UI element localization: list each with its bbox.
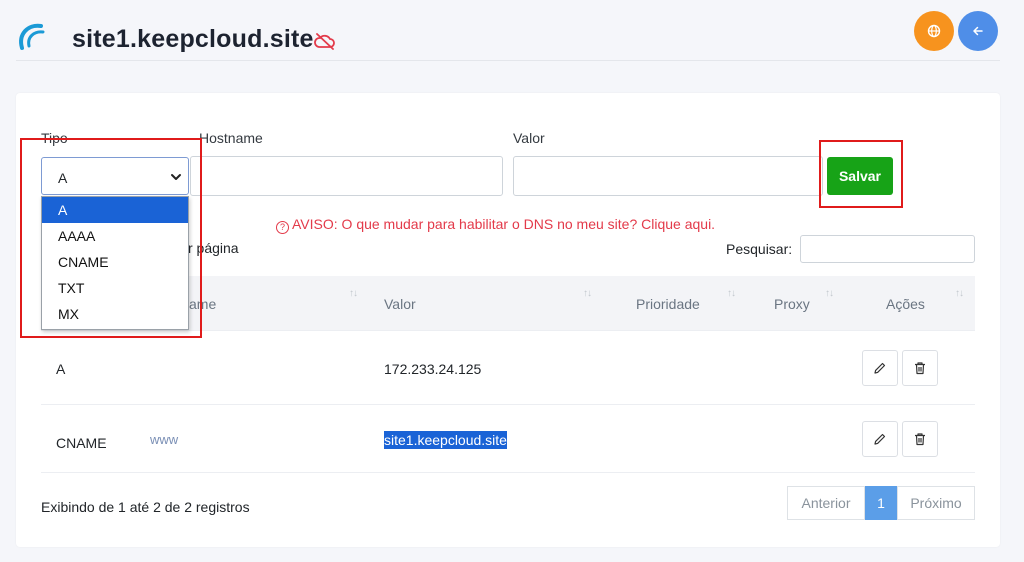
valor-label: Valor — [513, 130, 545, 146]
tipo-option-cname[interactable]: CNAME — [42, 249, 188, 275]
row-value: site1.keepcloud.site — [384, 431, 507, 449]
column-header-prioridade[interactable]: Prioridade — [636, 296, 700, 312]
records-info: Exibindo de 1 até 2 de 2 registros — [41, 499, 250, 515]
edit-button[interactable] — [862, 421, 898, 457]
row-divider — [41, 330, 975, 331]
cloud-off-icon — [314, 33, 335, 50]
selected-text: site1.keepcloud.site — [384, 431, 507, 449]
search-input[interactable] — [800, 235, 975, 263]
pagination-page-1[interactable]: 1 — [865, 486, 897, 520]
hostname-label: Hostname — [199, 130, 263, 146]
question-circle-icon: ? — [276, 221, 289, 234]
back-button[interactable] — [958, 11, 998, 51]
keepcloud-logo-icon — [19, 23, 45, 50]
pencil-icon — [874, 433, 886, 445]
valor-input[interactable] — [513, 156, 823, 196]
pencil-icon — [874, 362, 886, 374]
column-header-proxy[interactable]: Proxy — [774, 296, 810, 312]
tipo-select-value: A — [58, 170, 68, 186]
sort-icon[interactable]: ↑↓ — [349, 288, 358, 299]
sort-icon[interactable]: ↑↓ — [825, 288, 834, 299]
delete-button[interactable] — [902, 350, 938, 386]
trash-icon — [915, 433, 925, 446]
trash-icon — [915, 362, 925, 375]
row-host: www — [150, 432, 179, 447]
row-type: CNAME — [56, 435, 107, 451]
edit-button[interactable] — [862, 350, 898, 386]
warning-text: AVISO: O que mudar para habilitar o DNS … — [292, 216, 716, 232]
pagination-prev[interactable]: Anterior — [787, 486, 865, 520]
tipo-option-a[interactable]: A — [42, 197, 188, 223]
row-type: A — [56, 361, 66, 377]
row-divider — [41, 472, 975, 473]
column-header-acoes: Ações — [886, 296, 925, 312]
column-header-valor[interactable]: Valor — [384, 296, 416, 312]
header-divider — [16, 60, 1000, 61]
sort-icon[interactable]: ↑↓ — [583, 288, 592, 299]
save-button[interactable]: Salvar — [827, 157, 893, 195]
page-title: site1.keepcloud.site — [72, 25, 314, 53]
arrow-left-icon — [973, 26, 983, 36]
dns-warning-link[interactable]: ? AVISO: O que mudar para habilitar o DNS… — [276, 216, 715, 234]
sort-icon: ↑↓ — [955, 288, 964, 299]
tipo-dropdown-list: A AAAA CNAME TXT MX — [41, 196, 189, 330]
search-label: Pesquisar: — [726, 241, 793, 257]
globe-button[interactable] — [914, 11, 954, 51]
row-value: 172.233.24.125 — [384, 361, 482, 377]
pagination-next[interactable]: Próximo — [897, 486, 975, 520]
tipo-option-aaaa[interactable]: AAAA — [42, 223, 188, 249]
tipo-label: Tipo — [41, 130, 68, 146]
tipo-select[interactable]: A — [41, 157, 189, 195]
globe-icon — [927, 24, 941, 38]
sort-icon[interactable]: ↑↓ — [727, 288, 736, 299]
top-bar: site1.keepcloud.site — [0, 0, 1024, 86]
tipo-option-mx[interactable]: MX — [42, 301, 188, 327]
per-page-label: r página — [188, 240, 239, 256]
hostname-input[interactable] — [190, 156, 503, 196]
delete-button[interactable] — [902, 421, 938, 457]
row-divider — [41, 404, 975, 405]
tipo-option-txt[interactable]: TXT — [42, 275, 188, 301]
chevron-down-icon — [171, 174, 181, 180]
column-header-hostname[interactable]: ame — [189, 296, 216, 312]
